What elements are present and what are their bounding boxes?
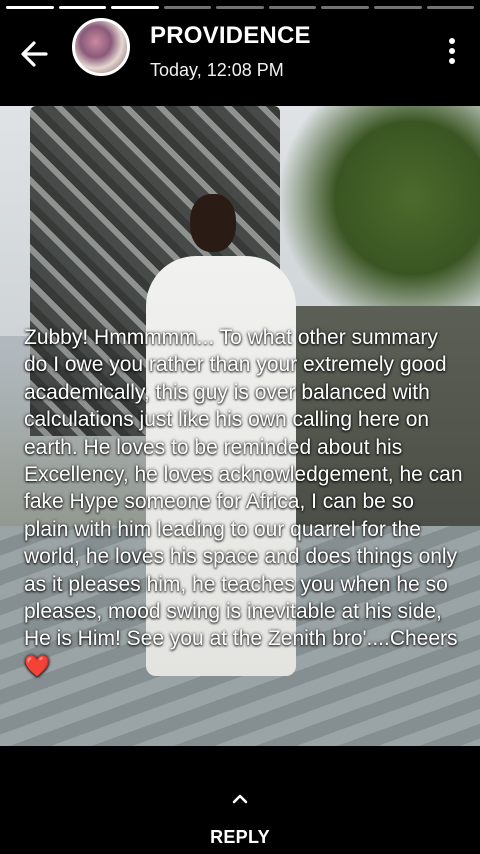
progress-segment xyxy=(321,6,369,9)
photo-tree xyxy=(280,106,480,336)
story-timestamp: Today, 12:08 PM xyxy=(150,60,284,80)
reply-label: REPLY xyxy=(210,827,270,847)
story-progress-bar xyxy=(6,6,475,9)
story-caption-text: Zubby! Hmmmmm... To what other summary d… xyxy=(24,326,463,651)
story-header: PROVIDENCE Today, 12:08 PM xyxy=(0,14,480,94)
more-options-button[interactable] xyxy=(448,38,456,68)
reply-button[interactable]: REPLY xyxy=(0,790,480,848)
progress-segment xyxy=(163,6,212,9)
progress-segment xyxy=(111,6,159,9)
photo-person-head xyxy=(190,194,236,252)
more-vertical-icon xyxy=(449,38,455,44)
progress-segment xyxy=(6,6,54,9)
more-vertical-icon xyxy=(449,48,455,54)
progress-segment xyxy=(268,6,317,9)
progress-segment xyxy=(373,6,422,9)
avatar[interactable] xyxy=(72,18,130,76)
more-vertical-icon xyxy=(449,58,455,64)
arrow-left-icon xyxy=(21,41,48,67)
progress-segment xyxy=(58,6,107,9)
back-button[interactable] xyxy=(16,34,56,74)
progress-segment xyxy=(426,6,475,9)
progress-segment xyxy=(216,6,264,9)
contact-name[interactable]: PROVIDENCE xyxy=(150,22,311,50)
chevron-up-icon xyxy=(232,794,248,804)
story-caption: Zubby! Hmmmmm... To what other summary d… xyxy=(24,324,464,680)
heart-emoji: ❤️ xyxy=(24,654,51,678)
